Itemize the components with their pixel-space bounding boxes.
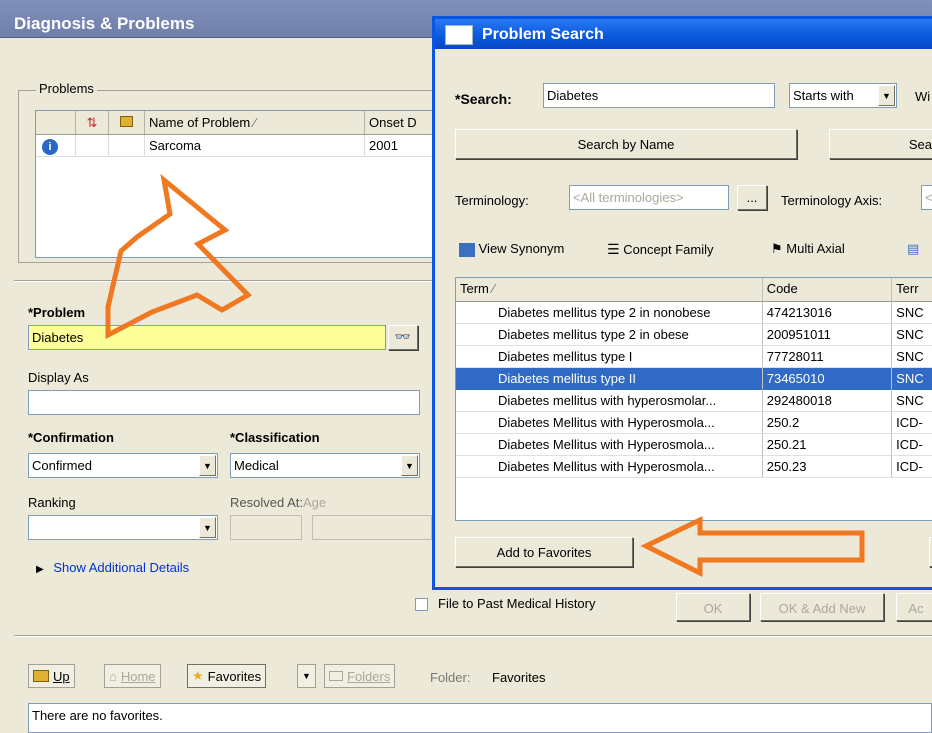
arrow-to-problem-field-icon — [105, 173, 253, 340]
annotation-arrows — [105, 173, 865, 578]
arrow-to-add-favorites-icon — [640, 516, 865, 578]
